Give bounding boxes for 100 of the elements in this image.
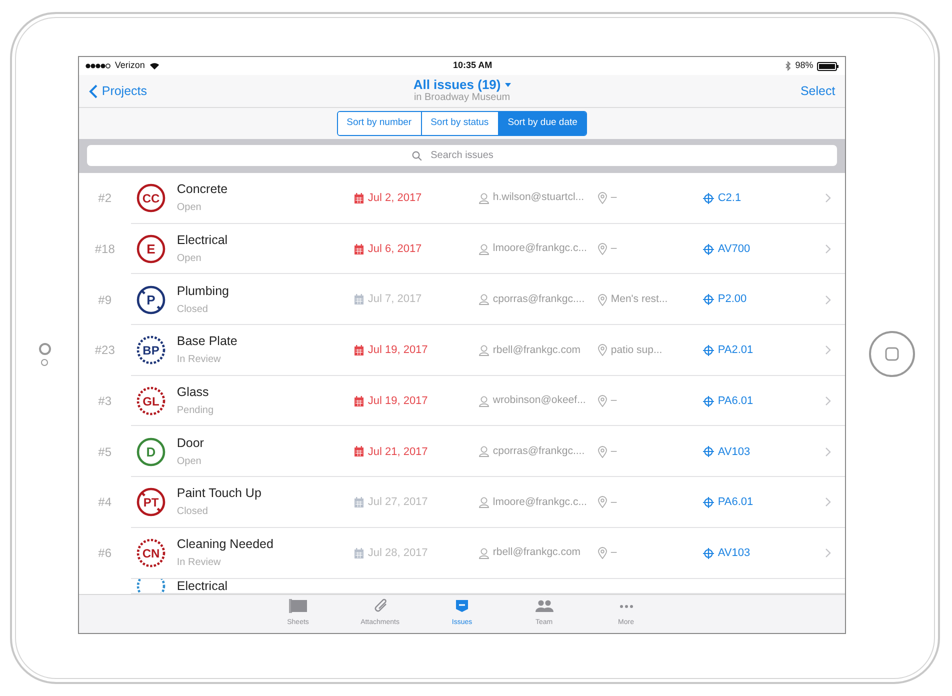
issue-status: In Review [176,557,222,570]
issue-status: Pending [176,405,215,418]
sheet-link[interactable]: AV103 [718,444,750,460]
crosshair-icon [702,344,714,356]
issue-status: Open [176,253,202,266]
crosshair-icon [702,446,714,458]
search-icon [412,151,422,161]
sheet-link[interactable]: AV103 [718,544,750,562]
sheet-link[interactable]: AV700 [718,240,750,258]
issue-number: #9 [98,292,112,307]
back-link[interactable]: Projects [88,82,414,100]
location-pin-icon [598,547,607,560]
sheet-link[interactable]: PA2.01 [718,342,754,359]
crosshair-icon [702,294,714,306]
issue-type-badge: D [136,436,166,467]
chevron-right-icon [824,446,831,457]
person-icon [478,192,489,204]
issue-type-badge: BP [136,335,166,366]
sort-tab[interactable]: Sort by due date [498,112,586,135]
issue-title: Door [176,436,205,451]
issue-status: Open [176,456,202,468]
location-pin-icon [598,395,607,408]
issue-type-badge: GL [136,386,166,416]
sheets-icon [288,598,308,614]
issue-title: Electrical [176,578,229,594]
signal-icon [84,63,111,69]
issue-status: Open [176,202,202,214]
issue-title: Glass [176,385,210,400]
issue-status: Closed [176,506,209,518]
person-icon [478,496,489,508]
issue-status: Closed [176,304,209,316]
crosshair-icon [702,496,714,508]
due-date: Jul 19, 2017 [368,394,428,409]
due-date: Jul 19, 2017 [368,343,428,358]
sheet-link[interactable]: PA6.01 [718,392,754,410]
battery-percent: 98% [795,59,814,72]
issue-number: #3 [98,394,112,408]
issue-title: Plumbing [176,284,230,299]
location-pin-icon [598,344,607,356]
select-link[interactable]: Select [800,82,836,100]
due-date: Jul 7, 2017 [368,292,422,308]
sort-tab[interactable]: Sort by number [338,112,421,135]
search-field[interactable]: Search issues [86,145,838,166]
sensor-icon [41,358,48,366]
status-time: 10:35 AM [452,59,492,72]
sheet-link[interactable]: C2.1 [718,190,742,207]
person-icon [478,294,489,306]
location-pin-icon [598,294,607,306]
location-pin-icon [598,243,607,256]
crosshair-icon [702,548,714,559]
paperclip-icon [372,598,388,614]
crosshair-icon [702,396,714,407]
location-text: Men's rest... [610,292,668,307]
person-icon [478,548,489,559]
location-text: – [610,241,617,256]
location-pin-icon [598,446,607,458]
chevron-right-icon [824,193,831,204]
issue-type-badge: P [136,284,166,315]
issue-title: Concrete [176,182,229,198]
caret-icon [504,83,511,87]
assignee-email: lmoore@frankgc.c... [492,494,587,510]
home-button[interactable] [869,331,916,377]
sheet-link[interactable]: PA6.01 [718,494,754,511]
crosshair-icon [702,244,714,255]
issue-number: #23 [94,343,115,358]
carrier-name: Verizon [114,59,145,72]
chevron-right-icon [824,345,831,356]
location-text: patio sup... [610,342,662,358]
issue-title: Electrical [176,233,229,248]
sort-tab[interactable]: Sort by status [420,112,498,135]
issue-number: #2 [98,191,112,206]
chevron-right-icon [824,294,831,305]
location-text: – [610,545,617,560]
chevron-right-icon [824,548,831,558]
person-icon [478,396,489,407]
sheet-link[interactable]: P2.00 [718,291,747,308]
title-dropdown[interactable]: All issues (19) [413,78,511,92]
back-chevron-icon [88,84,98,98]
issues-icon [455,599,470,613]
issue-status: In Review [176,354,222,366]
assignee-email: cporras@frankgc.... [492,444,585,459]
people-icon [534,600,554,612]
person-icon [478,244,489,255]
assignee-email: lmoore@frankgc.c... [492,241,587,256]
assignee-email: wrobinson@okeef... [492,393,586,408]
wifi-icon [148,62,160,70]
issue-type-badge: E [136,234,166,264]
due-date: Jul 21, 2017 [368,444,428,460]
issue-title: Paint Touch Up [176,486,262,502]
issue-number: #5 [98,444,112,459]
issue-title: Cleaning Needed [176,537,274,552]
more-icon [620,604,633,608]
chevron-right-icon [824,396,831,406]
issue-type-badge: PT [136,487,166,518]
assignee-email: rbell@frankgc.com [492,342,581,358]
camera-icon [38,342,51,354]
due-date: Jul 27, 2017 [368,495,428,510]
chevron-right-icon [824,244,831,254]
assignee-email: rbell@frankgc.com [492,545,581,560]
issue-number: #6 [98,546,112,560]
